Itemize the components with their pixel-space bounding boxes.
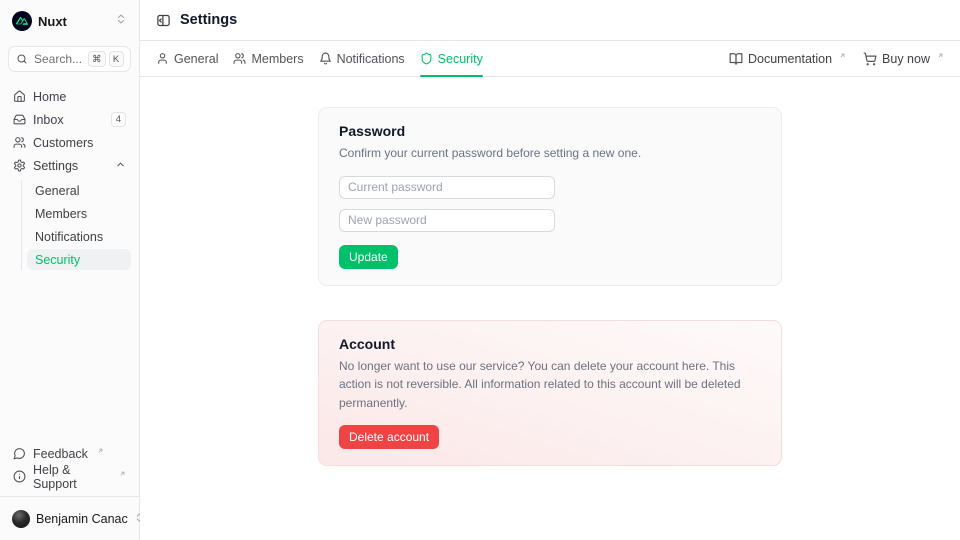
chevron-up-down-icon xyxy=(115,12,127,30)
settings-tabbar: General Members Notifications Security D… xyxy=(140,41,960,77)
page-header: Settings xyxy=(140,0,960,41)
chevron-up-icon xyxy=(115,159,126,173)
sidebar-item-notifications[interactable]: Notifications xyxy=(27,226,131,247)
search-icon xyxy=(16,53,28,65)
user-menu[interactable]: Benjamin Canac xyxy=(8,506,131,532)
buy-now-label: Buy now xyxy=(882,52,930,66)
tab-label: Security xyxy=(438,52,483,66)
home-icon xyxy=(13,90,26,103)
search-input[interactable]: Search... ⌘ K xyxy=(8,46,131,72)
workspace-switcher[interactable]: Nuxt xyxy=(8,8,131,34)
external-link-icon xyxy=(97,443,104,457)
sidebar-item-label: Settings xyxy=(33,159,78,173)
account-card-description: No longer want to use our service? You c… xyxy=(339,357,761,413)
book-open-icon xyxy=(729,52,743,66)
tab-notifications[interactable]: Notifications xyxy=(319,41,405,76)
main-panel: Settings General Members Notifications S… xyxy=(140,0,960,540)
external-link-icon xyxy=(937,48,944,62)
sidebar-item-security[interactable]: Security xyxy=(27,249,131,270)
tab-label: Notifications xyxy=(337,52,405,66)
password-card: Password Confirm your current password b… xyxy=(318,107,782,286)
user-name: Benjamin Canac xyxy=(36,512,128,526)
tab-label: Members xyxy=(251,52,303,66)
sidebar-footer: Feedback Help & Support Benjamin Canac xyxy=(8,443,131,532)
kbd-k: K xyxy=(109,51,124,67)
tab-general[interactable]: General xyxy=(156,41,218,76)
settings-content: Password Confirm your current password b… xyxy=(140,77,960,540)
tab-members[interactable]: Members xyxy=(233,41,303,76)
tab-label: General xyxy=(174,52,218,66)
search-kbd-group: ⌘ K xyxy=(88,51,124,67)
tab-security[interactable]: Security xyxy=(420,41,483,76)
collapse-sidebar-button[interactable] xyxy=(156,13,171,28)
inbox-count-badge: 4 xyxy=(111,112,126,127)
sidebar-item-label: Security xyxy=(35,253,80,267)
sidebar-item-general[interactable]: General xyxy=(27,180,131,201)
sidebar-item-home[interactable]: Home xyxy=(8,86,131,107)
sidebar-nav: Home Inbox 4 Customers Settings General … xyxy=(8,86,131,270)
documentation-label: Documentation xyxy=(748,52,832,66)
gear-icon xyxy=(13,159,26,172)
chat-bubble-icon xyxy=(13,447,26,460)
current-password-field[interactable] xyxy=(339,176,555,199)
kbd-cmd: ⌘ xyxy=(88,51,106,67)
sidebar-item-label: Notifications xyxy=(35,230,103,244)
nuxt-logo-icon xyxy=(12,11,32,31)
sidebar-item-label: Home xyxy=(33,90,66,104)
app-window: Nuxt Search... ⌘ K Home Inbox 4 Cu xyxy=(0,0,960,540)
sidebar-item-label: Inbox xyxy=(33,113,64,127)
avatar xyxy=(12,510,30,528)
sidebar-item-label: Members xyxy=(35,207,87,221)
delete-account-button[interactable]: Delete account xyxy=(339,425,439,449)
users-icon xyxy=(233,52,246,65)
divider xyxy=(0,496,139,497)
password-card-description: Confirm your current password before set… xyxy=(339,144,761,163)
settings-submenu: General Members Notifications Security xyxy=(21,180,131,270)
new-password-field[interactable] xyxy=(339,209,555,232)
info-icon xyxy=(13,470,26,483)
password-fields xyxy=(339,176,761,232)
panel-left-close-icon xyxy=(156,13,171,28)
bell-icon xyxy=(319,52,332,65)
feedback-label: Feedback xyxy=(33,447,88,461)
sidebar-item-settings[interactable]: Settings xyxy=(8,155,131,176)
password-card-title: Password xyxy=(339,123,761,139)
users-icon xyxy=(13,136,26,149)
external-link-icon xyxy=(839,48,846,62)
help-support-label: Help & Support xyxy=(33,463,110,491)
update-password-button[interactable]: Update xyxy=(339,245,398,269)
sidebar-item-label: General xyxy=(35,184,79,198)
inbox-icon xyxy=(13,113,26,126)
sidebar-item-members[interactable]: Members xyxy=(27,203,131,224)
buy-now-link[interactable]: Buy now xyxy=(863,41,944,76)
account-card-title: Account xyxy=(339,336,761,352)
shield-icon xyxy=(420,52,433,65)
workspace-name: Nuxt xyxy=(38,14,67,29)
documentation-link[interactable]: Documentation xyxy=(729,41,846,76)
sidebar: Nuxt Search... ⌘ K Home Inbox 4 Cu xyxy=(0,0,140,540)
user-icon xyxy=(156,52,169,65)
sidebar-item-inbox[interactable]: Inbox 4 xyxy=(8,109,131,130)
account-card: Account No longer want to use our servic… xyxy=(318,320,782,467)
feedback-link[interactable]: Feedback xyxy=(8,443,131,464)
page-title: Settings xyxy=(180,12,237,28)
search-placeholder: Search... xyxy=(34,52,82,66)
tabbar-spacer xyxy=(498,41,714,76)
sidebar-item-label: Customers xyxy=(33,136,93,150)
help-support-link[interactable]: Help & Support xyxy=(8,466,131,487)
sidebar-item-customers[interactable]: Customers xyxy=(8,132,131,153)
external-link-icon xyxy=(119,466,126,480)
shopping-cart-icon xyxy=(863,52,877,66)
